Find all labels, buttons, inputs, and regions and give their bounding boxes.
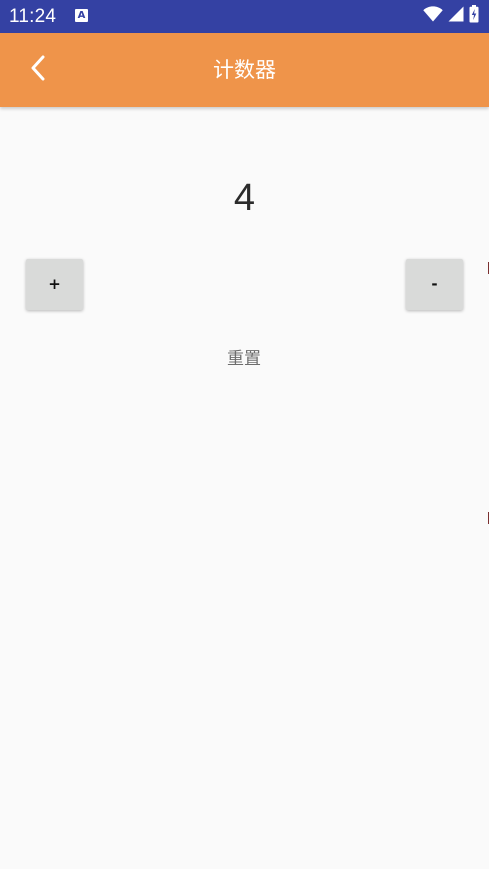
battery-charging-icon <box>469 5 479 27</box>
app-screen: 11:24 A 计数器 4 + - 重置 <box>0 0 489 869</box>
signal-icon <box>448 6 464 26</box>
page-title: 计数器 <box>213 58 276 82</box>
reset-button[interactable]: 重置 <box>210 340 278 378</box>
app-bar: 计数器 <box>0 33 489 107</box>
wifi-icon <box>423 6 443 26</box>
status-icons <box>423 5 479 27</box>
status-time: 11:24 <box>9 6 57 27</box>
decrement-button[interactable]: - <box>406 259 463 310</box>
status-bar: 11:24 A <box>0 0 489 33</box>
increment-button[interactable]: + <box>26 259 83 310</box>
counter-value: 4 <box>233 177 256 219</box>
notification-a-icon: A <box>75 9 88 22</box>
